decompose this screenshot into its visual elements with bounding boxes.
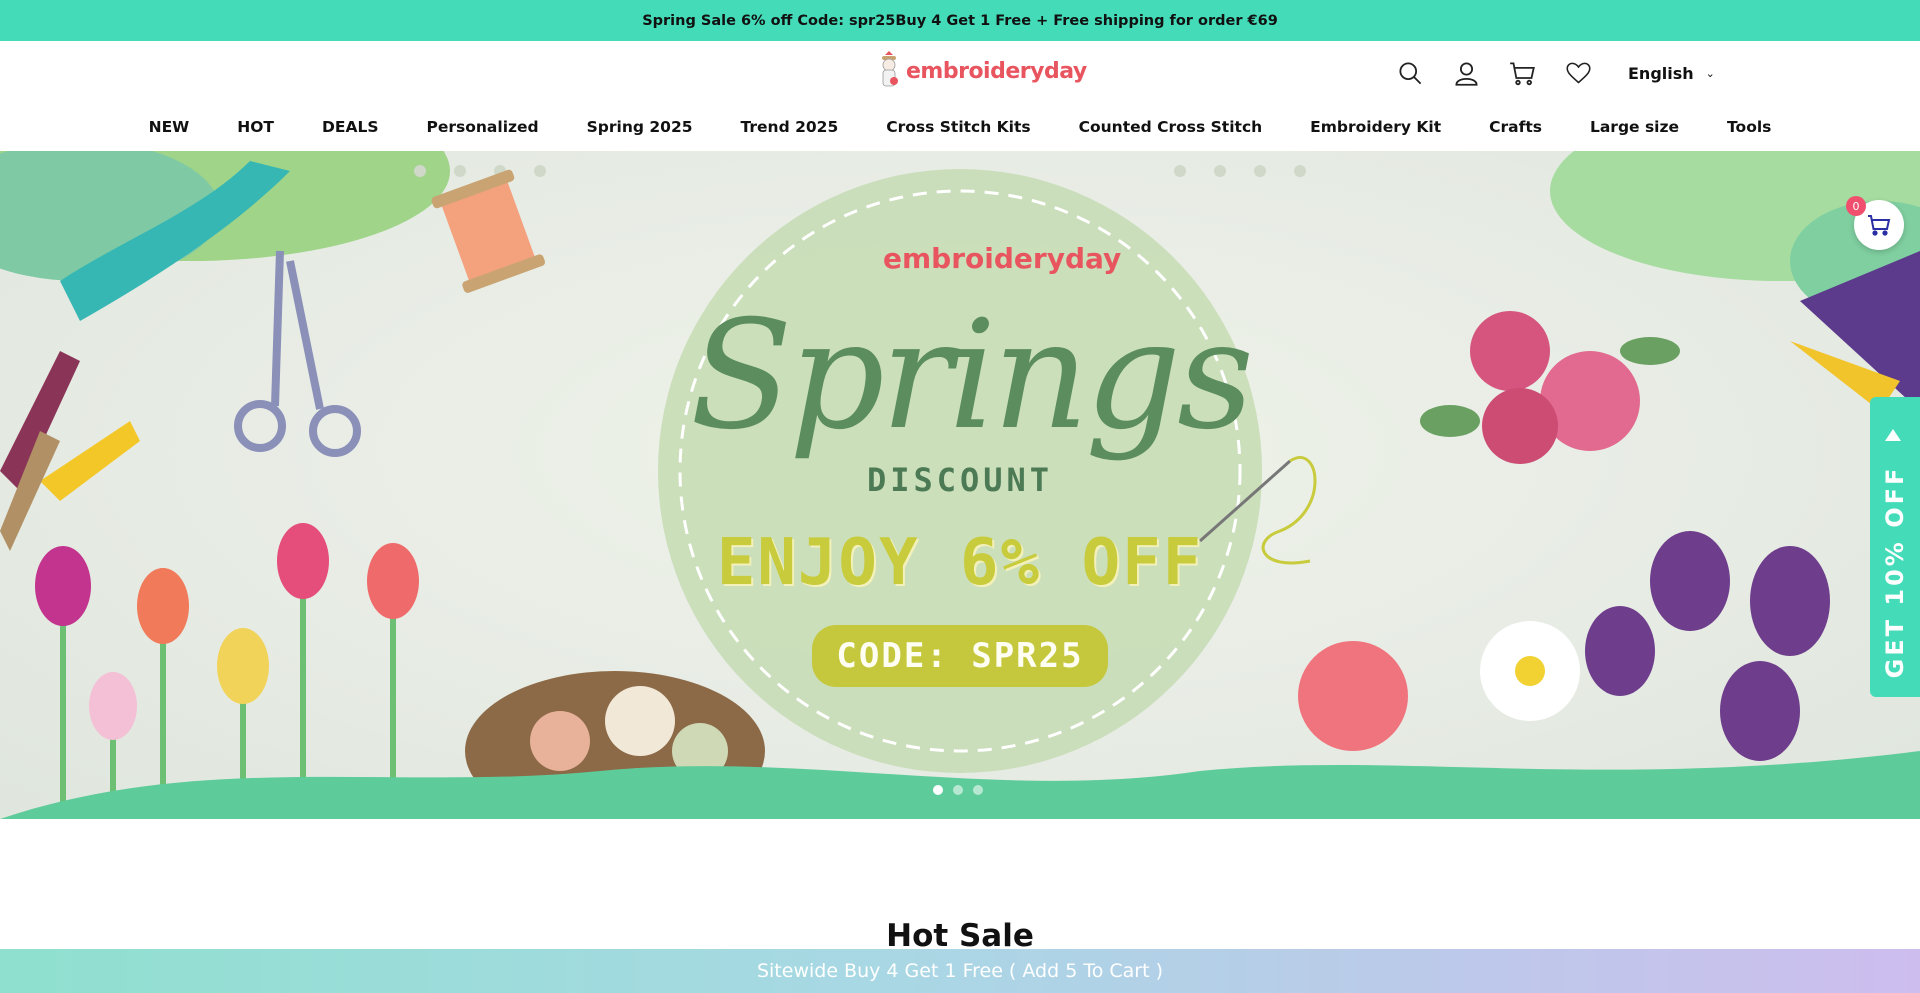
cart-button[interactable] <box>1506 57 1538 89</box>
nav-item-embroidery-kit[interactable]: Embroidery Kit <box>1310 118 1441 136</box>
hero-brand: embroideryday <box>883 242 1122 275</box>
search-button[interactable] <box>1394 57 1426 89</box>
site-header: embroideryday English ⌄ NEW HOT DEALS Pe… <box>0 41 1920 151</box>
carousel-dots <box>933 785 983 795</box>
nav-item-spring-2025[interactable]: Spring 2025 <box>587 118 693 136</box>
hero-code-badge: CODE: SPR25 <box>812 625 1108 687</box>
logo-mascot-icon <box>876 51 902 91</box>
hero-banner[interactable]: embroideryday Springs DISCOUNT ENJOY 6% … <box>0 151 1920 819</box>
main-nav: NEW HOT DEALS Personalized Spring 2025 T… <box>0 118 1920 136</box>
floating-cart-button[interactable]: 0 <box>1846 196 1904 250</box>
hero-subtitle: DISCOUNT <box>866 461 1054 499</box>
search-icon <box>1398 61 1421 84</box>
nav-item-trend-2025[interactable]: Trend 2025 <box>741 118 839 136</box>
carousel-dot-3[interactable] <box>973 785 983 795</box>
header-icons: English ⌄ <box>1394 57 1715 89</box>
nav-item-new[interactable]: NEW <box>149 118 190 136</box>
nav-item-hot[interactable]: HOT <box>237 118 274 136</box>
cart-count-badge: 0 <box>1846 196 1866 216</box>
bottom-promo-text: Sitewide Buy 4 Get 1 Free ( Add 5 To Car… <box>756 960 1164 982</box>
hero-code-text: CODE: SPR25 <box>836 636 1084 676</box>
hero-script-title: Springs <box>690 289 1254 463</box>
announcement-text: Spring Sale 6% off Code: spr25Buy 4 Get … <box>642 12 1278 29</box>
carousel-dot-1[interactable] <box>933 785 943 795</box>
heart-icon <box>1565 62 1591 84</box>
nav-item-large-size[interactable]: Large size <box>1590 118 1679 136</box>
nav-item-counted-cross-stitch[interactable]: Counted Cross Stitch <box>1079 118 1263 136</box>
language-label: English <box>1628 63 1694 83</box>
nav-item-personalized[interactable]: Personalized <box>427 118 539 136</box>
nav-item-deals[interactable]: DEALS <box>322 118 379 136</box>
logo-text: embroideryday <box>906 58 1087 84</box>
carousel-dot-2[interactable] <box>953 785 963 795</box>
wishlist-button[interactable] <box>1562 57 1594 89</box>
user-icon <box>1454 61 1478 86</box>
side-tab-label: GET 10% OFF <box>1881 465 1909 679</box>
account-button[interactable] <box>1450 57 1482 89</box>
site-logo[interactable]: embroideryday <box>876 51 1087 91</box>
nav-item-tools[interactable]: Tools <box>1727 118 1771 136</box>
nav-item-crafts[interactable]: Crafts <box>1489 118 1542 136</box>
announcement-bar: Spring Sale 6% off Code: spr25Buy 4 Get … <box>0 0 1920 41</box>
bottom-promo-bar[interactable]: Sitewide Buy 4 Get 1 Free ( Add 5 To Car… <box>0 949 1920 993</box>
arrow-up-icon <box>1885 429 1901 441</box>
language-selector[interactable]: English ⌄ <box>1628 64 1715 83</box>
chevron-down-icon: ⌄ <box>1705 66 1715 80</box>
cart-icon <box>1868 215 1891 236</box>
cart-icon <box>1509 61 1535 85</box>
discount-side-tab[interactable]: GET 10% OFF <box>1870 397 1920 697</box>
hero-offer: ENJOY 6% OFF <box>716 526 1204 600</box>
nav-item-cross-stitch-kits[interactable]: Cross Stitch Kits <box>886 118 1030 136</box>
